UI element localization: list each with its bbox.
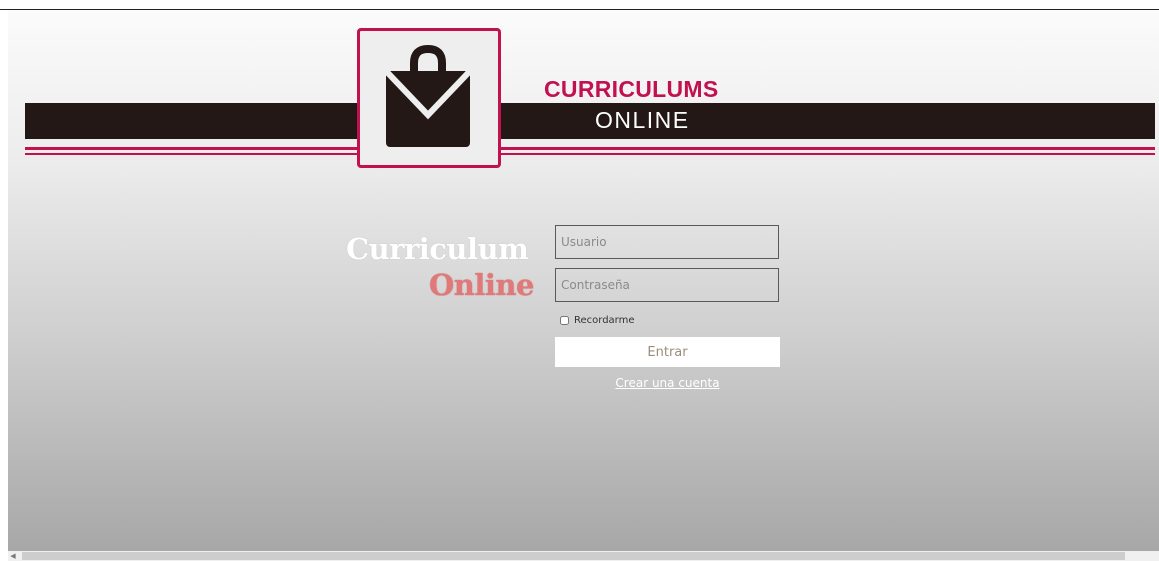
briefcase-envelope-icon xyxy=(383,44,473,147)
scrollbar-thumb[interactable] xyxy=(22,552,1125,560)
header-banner xyxy=(25,103,1155,139)
login-button[interactable]: Entrar xyxy=(555,337,780,367)
header-accent-line xyxy=(25,147,1155,150)
username-input[interactable] xyxy=(555,225,779,259)
remember-me-label: Recordarme xyxy=(574,315,635,326)
password-input[interactable] xyxy=(555,268,779,302)
brand-subtitle: ONLINE xyxy=(595,107,690,133)
wordmark-online: Online xyxy=(429,268,534,302)
create-account-link[interactable]: Crear una cuenta xyxy=(555,376,780,390)
login-page: CURRICULUMS ONLINE Curriculum Online Rec… xyxy=(8,10,1159,551)
brand-title: CURRICULUMS xyxy=(544,76,719,102)
horizontal-scrollbar[interactable]: ◀ xyxy=(8,551,1159,561)
site-logo[interactable] xyxy=(357,28,501,168)
wordmark-curriculum: Curriculum xyxy=(346,232,529,266)
header-accent-line-secondary xyxy=(25,153,1155,155)
scroll-left-arrow-icon[interactable]: ◀ xyxy=(8,551,18,561)
remember-me-checkbox[interactable] xyxy=(560,316,569,325)
remember-me-option[interactable]: Recordarme xyxy=(560,315,635,326)
